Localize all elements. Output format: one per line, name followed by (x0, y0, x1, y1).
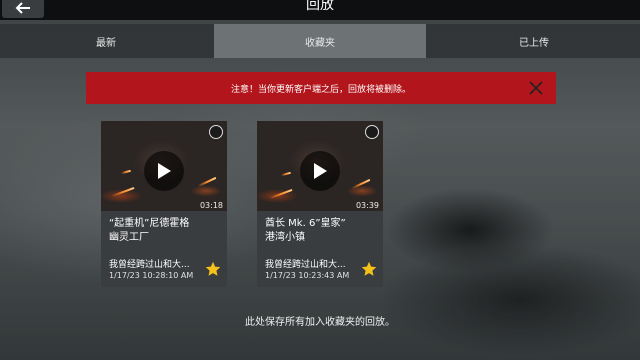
replay-thumbnail[interactable]: 03:39 (257, 121, 383, 211)
play-icon (158, 163, 171, 179)
favorite-star-icon[interactable] (205, 261, 221, 277)
replay-duration: 03:18 (199, 201, 223, 210)
tab-bar: 最新 收藏夹 已上传 (0, 24, 640, 58)
replay-date: 1/17/23 10:23:43 AM (265, 271, 350, 280)
play-icon (314, 163, 327, 179)
replay-duration: 03:39 (355, 201, 379, 210)
nation-badge-icon (209, 125, 223, 139)
nation-badge-icon (365, 125, 379, 139)
favorites-hint: 此处保存所有加入收藏夹的回放。 (245, 317, 395, 328)
replay-title: 酋长 Mk. 6”皇家” 港湾小镇 (265, 218, 346, 243)
replay-title: “起重机”尼德霍格 幽灵工厂 (109, 218, 190, 243)
top-bar: 回放 (0, 0, 640, 20)
page-title: 回放 (306, 0, 334, 13)
play-button[interactable] (300, 151, 340, 191)
replay-description: 我曾经跨过山和大... (265, 260, 346, 270)
replay-thumbnail[interactable]: 03:18 (101, 121, 227, 211)
play-button[interactable] (144, 151, 184, 191)
replay-description: 我曾经跨过山和大... (109, 260, 190, 270)
tab-uploaded[interactable]: 已上传 (428, 24, 640, 58)
warning-text: 注意！当你更新客户端之后，回放将被删除。 (230, 84, 411, 95)
replay-date: 1/17/23 10:28:10 AM (109, 271, 194, 280)
tab-favorites[interactable]: 收藏夹 (214, 24, 426, 58)
replay-card[interactable]: 03:18 “起重机”尼德霍格 幽灵工厂 我曾经跨过山和大... 1/17/23… (101, 121, 227, 287)
replay-card[interactable]: 03:39 酋长 Mk. 6”皇家” 港湾小镇 我曾经跨过山和大... 1/17… (257, 121, 383, 287)
favorite-star-icon[interactable] (361, 261, 377, 277)
warning-banner: 注意！当你更新客户端之后，回放将被删除。 (86, 72, 556, 104)
close-icon[interactable] (528, 80, 544, 96)
tab-latest[interactable]: 最新 (0, 24, 212, 58)
